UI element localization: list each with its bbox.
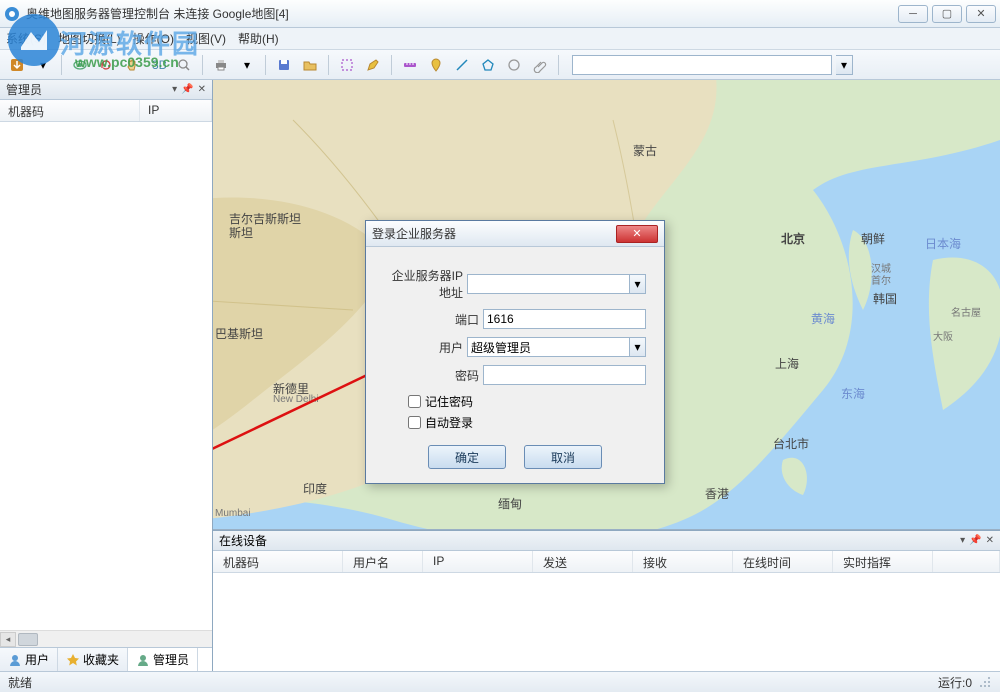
status-ready: 就绪 [8, 674, 32, 691]
remember-label: 记住密码 [425, 393, 473, 410]
bottom-header: 机器码 用户名 IP 发送 接收 在线时间 实时指挥 [213, 551, 1000, 573]
sidebar-title-text: 管理员 [6, 81, 42, 98]
col-ip[interactable]: IP [140, 100, 212, 121]
server-ip-label: 企业服务器IP地址 [384, 267, 467, 301]
server-ip-input[interactable] [467, 274, 629, 294]
sidebar-close-icon[interactable]: ✕ [198, 84, 206, 95]
bottom-close-icon[interactable]: ✕ [986, 535, 994, 546]
titlebar: 奥维地图服务器管理控制台 未连接 Google地图[4] ─ ▢ ✕ [0, 0, 1000, 28]
admin-icon [136, 653, 150, 667]
port-label: 端口 [384, 311, 483, 328]
bcol-cmd[interactable]: 实时指挥 [833, 551, 933, 572]
toolbar-rect-select-icon[interactable] [336, 54, 358, 76]
bottom-dropdown-icon[interactable]: ▾ [960, 535, 965, 546]
menu-map-switch[interactable]: 地图切换(L) [58, 30, 121, 47]
menu-help[interactable]: 帮助(H) [238, 30, 279, 47]
resize-grip-icon[interactable] [978, 675, 992, 689]
tab-user[interactable]: 用户 [0, 648, 58, 671]
toolbar-refresh-icon[interactable] [95, 54, 117, 76]
toolbar-save-icon[interactable] [273, 54, 295, 76]
toolbar-open-icon[interactable] [299, 54, 321, 76]
password-label: 密码 [384, 367, 483, 384]
menu-operate[interactable]: 操作(O) [133, 30, 174, 47]
user-label: 用户 [384, 339, 467, 356]
sidebar-dropdown-icon[interactable]: ▾ [172, 84, 177, 95]
toolbar-attach-icon[interactable] [529, 54, 551, 76]
bcol-online[interactable]: 在线时间 [733, 551, 833, 572]
toolbar-search-dropdown[interactable]: ▾ [836, 55, 853, 75]
sidebar-hscroll[interactable]: ◂ [0, 630, 212, 647]
statusbar: 就绪 运行:0 [0, 671, 1000, 692]
tab-favorite[interactable]: 收藏夹 [58, 648, 128, 671]
bottom-panel: 在线设备 ▾ 📌 ✕ 机器码 用户名 IP 发送 接收 在线时间 实时指挥 [213, 530, 1000, 671]
menu-view[interactable]: 视图(V) [186, 30, 226, 47]
sidebar-pin-icon[interactable]: 📌 [181, 84, 193, 95]
toolbar-hand-icon[interactable] [121, 54, 143, 76]
ok-button[interactable]: 确定 [428, 445, 506, 469]
menu-system[interactable]: 系统(S) [6, 30, 46, 47]
tab-admin-label: 管理员 [153, 651, 189, 668]
sidebar-title: 管理员 ▾ 📌 ✕ [0, 80, 212, 100]
bcol-recv[interactable]: 接收 [633, 551, 733, 572]
bcol-username[interactable]: 用户名 [343, 551, 423, 572]
toolbar: ▾ 3D ▾ ▾ [0, 50, 1000, 80]
star-icon [66, 653, 80, 667]
sidebar-tabs: 用户 收藏夹 管理员 [0, 647, 212, 671]
close-button[interactable]: ✕ [966, 5, 996, 23]
toolbar-line-icon[interactable] [451, 54, 473, 76]
minimize-button[interactable]: ─ [898, 5, 928, 23]
app-icon [4, 6, 20, 22]
remember-checkbox[interactable] [408, 395, 421, 408]
server-ip-dropdown[interactable]: ▾ [629, 274, 646, 294]
tab-favorite-label: 收藏夹 [83, 651, 119, 668]
autologin-label: 自动登录 [425, 414, 473, 431]
bcol-ip[interactable]: IP [423, 551, 533, 572]
toolbar-ruler-icon[interactable] [399, 54, 421, 76]
status-running: 运行:0 [938, 674, 972, 691]
user-dropdown[interactable]: ▾ [629, 337, 646, 357]
bottom-body [213, 573, 1000, 671]
toolbar-eye-icon[interactable] [69, 54, 91, 76]
toolbar-pen-icon[interactable] [362, 54, 384, 76]
password-input[interactable] [483, 365, 646, 385]
user-icon [8, 653, 22, 667]
toolbar-search-icon[interactable] [173, 54, 195, 76]
sidebar-list-header: 机器码 IP [0, 100, 212, 122]
menubar: 系统(S) 地图切换(L) 操作(O) 视图(V) 帮助(H) [0, 28, 1000, 50]
maximize-button[interactable]: ▢ [932, 5, 962, 23]
tab-admin[interactable]: 管理员 [128, 648, 198, 671]
cancel-button[interactable]: 取消 [524, 445, 602, 469]
bottom-pin-icon[interactable]: 📌 [969, 535, 981, 546]
autologin-checkbox[interactable] [408, 416, 421, 429]
toolbar-3d-icon[interactable]: 3D [147, 54, 169, 76]
svg-text:3D: 3D [152, 58, 166, 72]
toolbar-search-input[interactable] [572, 55, 832, 75]
toolbar-print-dropdown[interactable]: ▾ [236, 54, 258, 76]
toolbar-polygon-icon[interactable] [477, 54, 499, 76]
bottom-panel-title: 在线设备 [219, 532, 267, 549]
toolbar-marker-icon[interactable] [425, 54, 447, 76]
bcol-machine[interactable]: 机器码 [213, 551, 343, 572]
login-dialog: 登录企业服务器 ✕ 企业服务器IP地址 ▾ 端口 用户 ▾ 密码 [365, 220, 665, 484]
user-input[interactable] [467, 337, 629, 357]
toolbar-circle-icon[interactable] [503, 54, 525, 76]
col-machine[interactable]: 机器码 [0, 100, 140, 121]
tab-user-label: 用户 [25, 651, 49, 668]
port-input[interactable] [483, 309, 646, 329]
sidebar: 管理员 ▾ 📌 ✕ 机器码 IP ◂ 用户 收藏夹 管理员 [0, 80, 213, 671]
dialog-title: 登录企业服务器 [372, 225, 616, 242]
toolbar-print-icon[interactable] [210, 54, 232, 76]
toolbar-grid-icon[interactable]: ▾ [32, 54, 54, 76]
bcol-sent[interactable]: 发送 [533, 551, 633, 572]
window-title: 奥维地图服务器管理控制台 未连接 Google地图[4] [26, 5, 898, 22]
dialog-close-button[interactable]: ✕ [616, 225, 658, 243]
sidebar-list-body [0, 122, 212, 630]
toolbar-download-icon[interactable] [6, 54, 28, 76]
